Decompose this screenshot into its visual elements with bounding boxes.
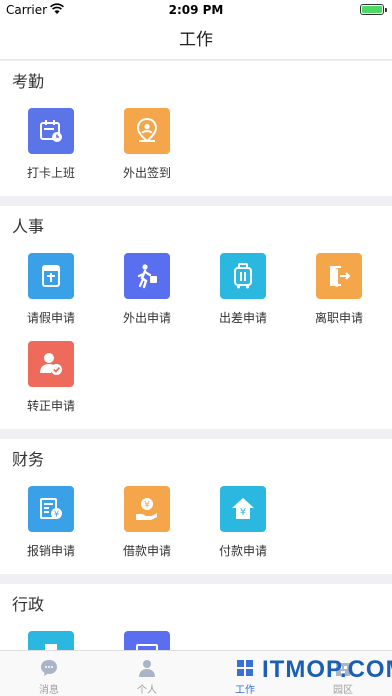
admin-item-printer[interactable] xyxy=(0,625,96,650)
yen-house-icon: ¥ xyxy=(220,486,266,532)
item-label: 打卡上班 xyxy=(26,166,75,180)
svg-text:¥: ¥ xyxy=(54,510,59,519)
grid-icon xyxy=(237,660,253,676)
item-label: 出差申请 xyxy=(218,311,267,325)
person-icon xyxy=(139,660,155,677)
section-title: 财务 xyxy=(12,450,45,469)
suitcase-icon xyxy=(220,253,266,299)
admin-item-monitor[interactable] xyxy=(96,625,192,650)
section-finance: 财务 ¥ 报销申请 ¥ 借款申请 ¥ 付款申请 xyxy=(0,439,392,574)
status-bar: Carrier 2:09 PM xyxy=(0,0,392,20)
business-trip-request-button[interactable]: 出差申请 xyxy=(192,247,288,335)
chat-bubble-icon xyxy=(41,660,57,676)
section-title: 人事 xyxy=(12,217,45,236)
item-label: 转正申请 xyxy=(26,399,75,413)
item-label: 外出签到 xyxy=(122,166,171,180)
item-label: 外出申请 xyxy=(122,311,171,325)
tab-label: 个人 xyxy=(137,685,157,696)
item-label: 借款申请 xyxy=(122,544,171,558)
payment-request-button[interactable]: ¥ 付款申请 xyxy=(192,480,288,568)
calendar-clock-icon xyxy=(28,108,74,154)
reimburse-doc-icon: ¥ xyxy=(28,486,74,532)
check-in-out-button[interactable]: 外出签到 xyxy=(96,102,192,190)
go-out-request-button[interactable]: 外出申请 xyxy=(96,247,192,335)
clock-in-button[interactable]: 打卡上班 xyxy=(0,102,96,190)
resignation-request-button[interactable]: 离职申请 xyxy=(288,247,384,335)
leave-request-button[interactable]: 请假申请 xyxy=(0,247,96,335)
exit-door-icon xyxy=(316,253,362,299)
section-attendance: 考勤 打卡上班 外出签到 xyxy=(0,61,392,196)
tab-label: 消息 xyxy=(39,685,59,696)
item-label: 报销申请 xyxy=(26,544,75,558)
printer-icon xyxy=(28,631,74,650)
page-title: 工作 xyxy=(0,20,392,60)
yen-hand-icon: ¥ xyxy=(124,486,170,532)
user-check-icon xyxy=(28,341,74,387)
leave-calendar-icon xyxy=(28,253,74,299)
work-content[interactable]: 考勤 打卡上班 外出签到 人事 请假申请 外出申请 出差申请 离职申请 转正申请… xyxy=(0,61,392,650)
item-label: 付款申请 xyxy=(218,544,267,558)
clock: 2:09 PM xyxy=(168,3,224,17)
svg-text:¥: ¥ xyxy=(144,501,150,511)
section-hr: 人事 请假申请 外出申请 出差申请 离职申请 转正申请 xyxy=(0,206,392,429)
tab-messages[interactable]: 消息 xyxy=(0,651,98,696)
watermark-logo: ITMOP.COM xyxy=(262,656,392,683)
item-label: 请假申请 xyxy=(26,311,75,325)
loan-request-button[interactable]: ¥ 借款申请 xyxy=(96,480,192,568)
item-label: 离职申请 xyxy=(314,311,363,325)
section-title: 行政 xyxy=(12,595,45,614)
probation-request-button[interactable]: 转正申请 xyxy=(0,335,96,423)
location-pin-icon xyxy=(124,108,170,154)
battery-icon xyxy=(360,4,387,15)
section-title: 考勤 xyxy=(12,72,45,91)
tab-personal[interactable]: 个人 xyxy=(98,651,196,696)
monitor-icon xyxy=(124,631,170,650)
section-admin: 行政 xyxy=(0,584,392,650)
svg-text:¥: ¥ xyxy=(240,507,246,518)
walking-person-icon xyxy=(124,253,170,299)
reimbursement-request-button[interactable]: ¥ 报销申请 xyxy=(0,480,96,568)
